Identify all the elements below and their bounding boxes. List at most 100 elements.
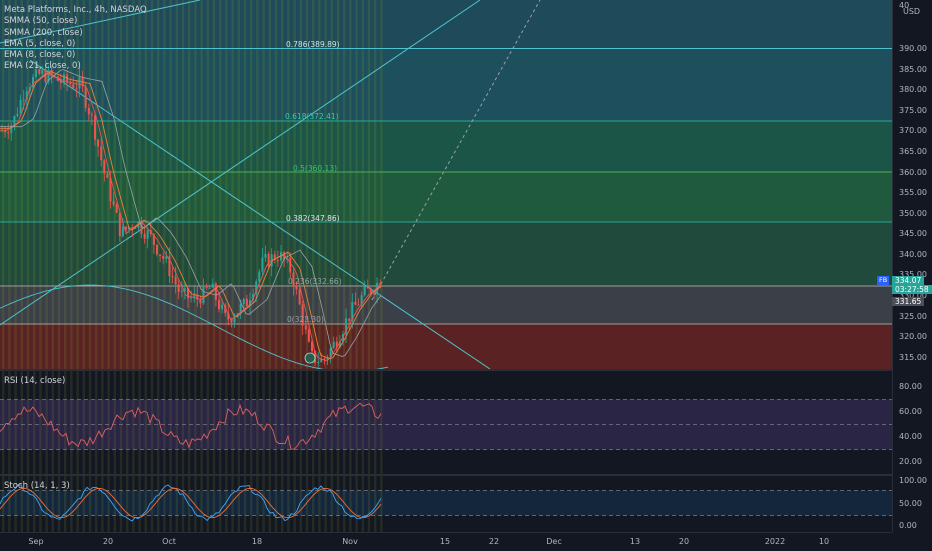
price-tick: 345.00 bbox=[899, 229, 927, 238]
session-stripe bbox=[101, 371, 104, 474]
session-stripe bbox=[287, 476, 290, 532]
candle-body bbox=[78, 77, 81, 89]
candle-body bbox=[177, 284, 180, 292]
candle-body bbox=[298, 289, 301, 305]
session-stripe bbox=[237, 371, 240, 474]
time-tick: 20 bbox=[102, 537, 114, 546]
session-stripe bbox=[293, 476, 296, 532]
session-stripe bbox=[39, 371, 42, 474]
candle-body bbox=[264, 253, 267, 258]
session-stripe bbox=[312, 371, 315, 474]
session-stripe bbox=[51, 371, 54, 474]
indicator-smma200[interactable]: SMMA (200, close) bbox=[4, 28, 147, 39]
session-stripe bbox=[250, 476, 253, 532]
session-stripe bbox=[95, 371, 98, 474]
session-stripe bbox=[113, 371, 116, 474]
indicator-smma50[interactable]: SMMA (50, close) bbox=[4, 16, 147, 27]
candle-body bbox=[16, 114, 19, 116]
candle-body bbox=[69, 82, 72, 85]
candle-body bbox=[7, 132, 10, 134]
candle-body bbox=[87, 107, 90, 115]
session-stripe bbox=[175, 371, 178, 474]
session-stripe bbox=[287, 0, 290, 369]
indicator-ema8[interactable]: EMA (8, close, 0) bbox=[4, 50, 147, 61]
session-stripe bbox=[119, 476, 123, 532]
session-stripe bbox=[188, 0, 191, 369]
session-stripe bbox=[169, 371, 172, 474]
currency-label[interactable]: USD bbox=[903, 7, 920, 16]
session-stripe bbox=[132, 371, 135, 474]
session-stripe bbox=[361, 0, 364, 369]
session-stripe bbox=[200, 476, 203, 532]
price-tick: 350.00 bbox=[899, 209, 927, 218]
session-stripe bbox=[70, 476, 73, 532]
candle-body bbox=[97, 139, 100, 147]
time-tick: Sep bbox=[28, 537, 44, 546]
session-stripe bbox=[361, 371, 364, 474]
session-stripe bbox=[194, 371, 197, 474]
candle-body bbox=[171, 276, 174, 278]
session-stripe bbox=[212, 371, 216, 474]
session-stripe bbox=[355, 0, 358, 369]
session-stripe bbox=[380, 476, 383, 532]
session-stripe bbox=[175, 0, 178, 369]
session-stripe bbox=[262, 0, 265, 369]
candle-body bbox=[221, 304, 224, 310]
stoch-pane[interactable]: Stoch (14, 1, 3) bbox=[0, 476, 892, 532]
session-stripe bbox=[367, 371, 371, 474]
rsi-tick: 60.00 bbox=[899, 407, 922, 416]
time-axis[interactable]: Sep 20 Oct 18 Nov 15 22 Dec 13 20 2022 1… bbox=[0, 532, 892, 551]
session-stripe bbox=[281, 371, 284, 474]
time-tick: 13 bbox=[629, 537, 641, 546]
candle-body bbox=[162, 255, 165, 259]
session-stripe bbox=[324, 371, 327, 474]
session-stripe bbox=[126, 476, 129, 532]
session-stripe bbox=[157, 0, 160, 369]
session-stripe bbox=[206, 371, 209, 474]
candle-body bbox=[121, 226, 124, 237]
candle-body bbox=[159, 254, 162, 256]
session-stripe bbox=[144, 476, 147, 532]
indicator-ema5[interactable]: EMA (5, close, 0) bbox=[4, 39, 147, 50]
rsi-canvas[interactable] bbox=[0, 371, 892, 474]
rsi-pane[interactable]: RSI (14, close) bbox=[0, 371, 892, 474]
session-stripe bbox=[268, 0, 271, 369]
price-chart-pane[interactable]: 0.786(389.89) 0.618(372.41) 0.5(360.13) … bbox=[0, 0, 892, 369]
session-stripe bbox=[157, 476, 160, 532]
candle-body bbox=[115, 204, 118, 213]
session-stripe bbox=[219, 0, 222, 369]
stoch-canvas[interactable] bbox=[0, 476, 892, 532]
session-stripe bbox=[374, 371, 377, 474]
session-stripe bbox=[343, 0, 346, 369]
indicator-ema21[interactable]: EMA (21, close, 0) bbox=[4, 61, 147, 72]
session-stripe bbox=[318, 0, 321, 369]
session-stripe bbox=[262, 371, 265, 474]
price-tick: 340.00 bbox=[899, 250, 927, 259]
candle-body bbox=[218, 299, 220, 310]
stoch-label[interactable]: Stoch (14, 1, 3) bbox=[4, 481, 70, 491]
session-stripe bbox=[76, 476, 79, 532]
price-tick: 365.00 bbox=[899, 147, 927, 156]
rsi-label[interactable]: RSI (14, close) bbox=[4, 376, 65, 386]
session-stripe bbox=[380, 371, 383, 474]
session-stripe bbox=[305, 371, 309, 474]
fib-level-label: 0(323.30) bbox=[287, 315, 324, 324]
session-stripe bbox=[57, 371, 61, 474]
session-stripe bbox=[281, 0, 284, 369]
symbol-title[interactable]: Meta Platforms, Inc., 4h, NASDAQ bbox=[4, 5, 147, 16]
candle-body bbox=[307, 329, 310, 342]
candle-body bbox=[63, 74, 65, 83]
indicator-price-badge: 331.65 bbox=[892, 297, 925, 306]
session-stripe bbox=[163, 476, 166, 532]
price-axis[interactable]: 40 USD 390.00 385.00 380.00 375.00 370.0… bbox=[892, 0, 932, 532]
earnings-marker-icon bbox=[304, 352, 316, 364]
candle-body bbox=[103, 160, 106, 174]
candle-body bbox=[72, 84, 75, 89]
session-stripe bbox=[181, 371, 185, 474]
session-stripe bbox=[312, 476, 315, 532]
candle-body bbox=[22, 99, 25, 101]
session-stripe bbox=[374, 0, 377, 369]
session-stripe bbox=[150, 0, 154, 369]
session-stripe bbox=[256, 476, 259, 532]
candle-body bbox=[363, 286, 366, 296]
